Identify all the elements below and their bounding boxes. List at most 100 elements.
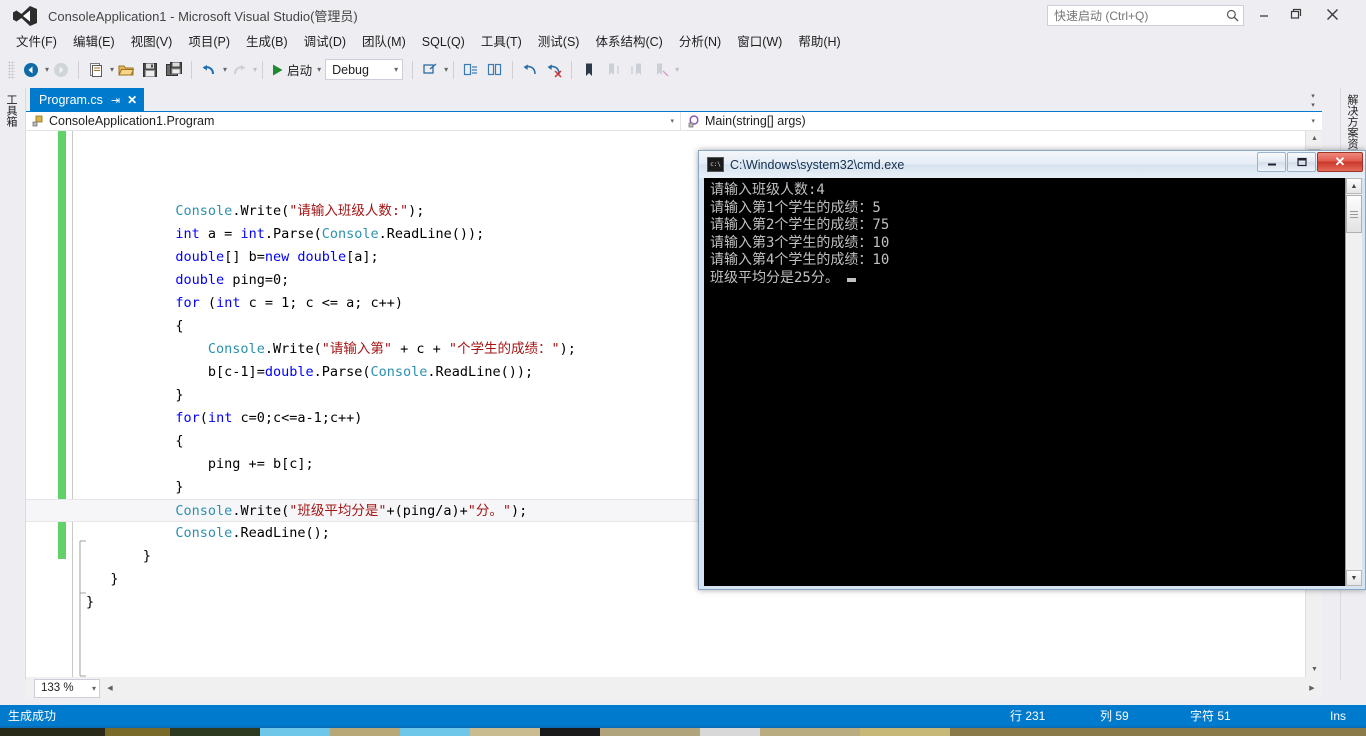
console-maximize-button[interactable] xyxy=(1287,152,1316,172)
window-close-button[interactable] xyxy=(1318,3,1346,25)
undo-last-navigation-button[interactable] xyxy=(519,59,541,81)
console-scroll-up-icon[interactable]: ▲ xyxy=(1346,178,1362,194)
new-project-caret-icon[interactable]: ▾ xyxy=(110,65,114,74)
new-project-button[interactable] xyxy=(85,59,107,81)
editor-change-tracking-bar xyxy=(58,131,66,559)
code-token: double xyxy=(175,272,225,288)
console-close-button[interactable]: ✕ xyxy=(1317,152,1363,172)
window-restore-button[interactable] xyxy=(1282,3,1310,25)
menu-help[interactable]: 帮助(H) xyxy=(790,32,848,52)
play-icon xyxy=(273,64,283,75)
code-line[interactable]: } xyxy=(84,591,1298,614)
dock-tab-toolbox[interactable]: 工具箱 xyxy=(0,88,22,133)
menu-file[interactable]: 文件(F) xyxy=(8,32,65,52)
scroll-down-icon[interactable]: ▼ xyxy=(1306,662,1322,677)
code-token: double xyxy=(264,364,314,380)
pin-icon[interactable]: ⇥ xyxy=(111,94,120,107)
console-title-bar[interactable]: c:\ C:\Windows\system32\cmd.exe ✕ xyxy=(699,151,1365,178)
menu-analyze[interactable]: 分析(N) xyxy=(671,32,729,52)
navigate-backward-button[interactable] xyxy=(20,59,42,81)
undo-button[interactable] xyxy=(198,59,220,81)
window-minimize-button[interactable] xyxy=(1250,3,1278,25)
toolbar-separator xyxy=(453,60,455,79)
attach-process-icon xyxy=(423,63,437,74)
editor-indicator-margin[interactable] xyxy=(26,131,58,677)
back-dropdown-caret-icon[interactable]: ▾ xyxy=(45,65,49,74)
code-token: ping += b[c]; xyxy=(207,456,314,472)
toolbar-separator xyxy=(412,60,414,79)
start-debug-caret-icon[interactable]: ▾ xyxy=(317,65,321,74)
console-scroll-thumb[interactable] xyxy=(1346,195,1362,233)
code-token: ( xyxy=(199,410,208,426)
editor-horizontal-scrollbar[interactable]: ◀ ▶ xyxy=(102,679,1320,697)
left-dock-strip: 工具箱 xyxy=(0,88,26,680)
undo-arrow-icon xyxy=(202,64,215,74)
cancel-last-navigation-button[interactable] xyxy=(543,59,565,81)
menu-debug[interactable]: 调试(D) xyxy=(296,32,354,52)
class-dropdown[interactable]: ConsoleApplication1.Program ▾ xyxy=(26,111,681,131)
quick-launch-box[interactable] xyxy=(1047,5,1244,26)
status-line-number: 行 231 xyxy=(1010,709,1046,723)
chevron-down-icon: ▾ xyxy=(1311,92,1315,100)
quick-launch-input[interactable] xyxy=(1052,7,1226,24)
toolbar-grip[interactable] xyxy=(8,60,15,79)
menu-team[interactable]: 团队(M) xyxy=(354,32,414,52)
open-file-button[interactable] xyxy=(115,59,137,81)
toolbar-separator xyxy=(512,60,514,79)
editor-tab-label: Program.cs xyxy=(39,93,103,107)
scroll-right-icon[interactable]: ▶ xyxy=(1304,680,1320,697)
next-bookmark-button xyxy=(626,59,648,81)
console-body[interactable]: 请输入班级人数:4 请输入第1个学生的成绩：5 请输入第2个学生的成绩：75 请输入第… xyxy=(704,178,1362,586)
console-vertical-scrollbar[interactable]: ▲ ▼ xyxy=(1345,178,1362,586)
code-token: double xyxy=(297,249,347,265)
open-folder-icon xyxy=(118,65,135,75)
attach-caret-icon[interactable]: ▾ xyxy=(444,65,448,74)
horizontal-scroll-track[interactable] xyxy=(118,679,1304,697)
solution-configuration-value: Debug xyxy=(332,62,369,77)
status-bar: 生成成功 行 231 列 59 字符 51 Ins xyxy=(0,705,1366,726)
tab-overflow-button[interactable]: ▾ ▾ xyxy=(1306,91,1320,109)
status-insert-mode: Ins xyxy=(1330,708,1347,723)
comment-selection-button[interactable] xyxy=(460,59,482,81)
code-token: [] b= xyxy=(224,249,265,265)
code-token: [a]; xyxy=(346,249,379,265)
code-token: .Write( xyxy=(232,503,290,519)
toggle-bookmark-button[interactable] xyxy=(578,59,600,81)
method-icon xyxy=(688,115,699,128)
previous-bookmark-button xyxy=(602,59,624,81)
code-token: double xyxy=(175,249,225,265)
menu-edit[interactable]: 编辑(E) xyxy=(65,32,123,52)
menu-project[interactable]: 项目(P) xyxy=(180,32,238,52)
undo-caret-icon[interactable]: ▾ xyxy=(223,65,227,74)
console-scroll-down-icon[interactable]: ▼ xyxy=(1346,570,1362,586)
save-all-button[interactable] xyxy=(163,59,185,81)
console-line: 请输入班级人数:4 xyxy=(710,182,825,198)
menu-build[interactable]: 生成(B) xyxy=(238,32,296,52)
console-minimize-button[interactable] xyxy=(1257,152,1286,172)
code-token: Console xyxy=(175,525,233,541)
menu-view[interactable]: 视图(V) xyxy=(123,32,181,52)
solution-configuration-combo[interactable]: Debug ▾ xyxy=(325,59,404,80)
windows-taskbar[interactable] xyxy=(0,726,1366,736)
start-debug-button[interactable]: 启动 xyxy=(269,59,314,81)
command-prompt-window[interactable]: c:\ C:\Windows\system32\cmd.exe ✕ 请输入班级人… xyxy=(698,150,1366,590)
uncomment-selection-button[interactable] xyxy=(484,59,506,81)
editor-tab-program-cs[interactable]: Program.cs ⇥ ✕ xyxy=(30,88,145,112)
attach-to-process-button[interactable] xyxy=(419,59,441,81)
toolbar-overflow-caret-icon[interactable]: ▾ xyxy=(675,65,679,74)
menu-sql[interactable]: SQL(Q) xyxy=(414,32,473,52)
menu-window[interactable]: 窗口(W) xyxy=(729,32,790,52)
zoom-level-combo[interactable]: 133 % ▾ xyxy=(34,678,100,698)
member-dropdown[interactable]: Main(string[] args) ▾ xyxy=(681,112,1321,131)
save-disk-icon xyxy=(143,62,158,77)
close-icon[interactable]: ✕ xyxy=(127,93,137,107)
scroll-up-icon[interactable]: ▲ xyxy=(1306,131,1322,146)
menu-architecture[interactable]: 体系结构(C) xyxy=(587,32,670,52)
code-token: ( xyxy=(199,295,217,311)
save-button[interactable] xyxy=(139,59,161,81)
chevron-down-icon: ▾ xyxy=(670,118,674,125)
title-bar: ConsoleApplication1 - Microsoft Visual S… xyxy=(0,0,1366,31)
menu-tools[interactable]: 工具(T) xyxy=(473,32,530,52)
scroll-left-icon[interactable]: ◀ xyxy=(102,680,118,697)
menu-test[interactable]: 测试(S) xyxy=(530,32,588,52)
